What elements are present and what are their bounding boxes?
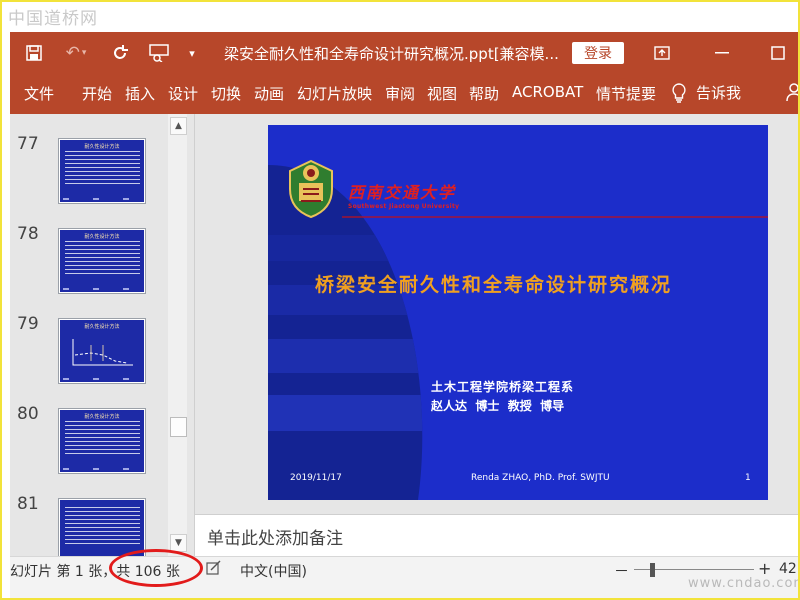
- thumbnail-diagram: [72, 339, 133, 366]
- tab-home[interactable]: 开始: [82, 83, 112, 104]
- thumbnail-text-lines: [65, 421, 140, 455]
- thumbnail-footer: [63, 288, 141, 290]
- minimize-icon[interactable]: [702, 32, 742, 74]
- title-bar: ↶ ▾ ▾ 梁安全耐久性和全寿命设计研究概况.ppt[兼容模... 登录: [10, 32, 798, 74]
- slide-background-arcs: [268, 165, 768, 500]
- thumbnail-title: 耐久性设计方法: [84, 414, 120, 420]
- slide-number: 79: [17, 314, 39, 334]
- zoom-out-button[interactable]: －: [614, 560, 629, 581]
- spell-check-icon[interactable]: [206, 560, 222, 580]
- thumbnail-footer: [63, 198, 141, 200]
- ribbon-tabs: 文件 开始 插入 设计 切换 动画 幻灯片放映 审阅 视图 帮助 ACROBAT…: [10, 74, 798, 114]
- tab-animations[interactable]: 动画: [254, 83, 284, 104]
- current-slide[interactable]: 西南交通大学 Southwest Jiaotong University 桥梁安…: [268, 125, 768, 500]
- customize-toolbar-icon[interactable]: ▾: [182, 32, 202, 74]
- notes-placeholder: 单击此处添加备注: [207, 529, 343, 549]
- zoom-slider-thumb[interactable]: [650, 563, 655, 577]
- thumbnail-title: 耐久性设计方法: [84, 324, 120, 330]
- thumbnail-title: 耐久性设计方法: [84, 234, 120, 240]
- slide-thumbnail[interactable]: 耐久性设计方法: [58, 408, 146, 474]
- slide-author: 赵人达 博士 教授 博导: [431, 399, 565, 413]
- tab-acrobat[interactable]: ACROBAT: [512, 83, 583, 101]
- tab-review[interactable]: 审阅: [385, 83, 415, 104]
- university-logo: [289, 159, 333, 219]
- tab-slideshow[interactable]: 幻灯片放映: [297, 83, 372, 104]
- thumbnail-text-lines: [65, 241, 140, 275]
- slide-thumbnail-panel[interactable]: 77 耐久性设计方法 78 耐久性设计方法 79 耐久性设计方法 80 耐久性设…: [10, 114, 195, 564]
- slide-number: 80: [17, 404, 39, 424]
- slide-footer-date: 2019/11/17: [290, 473, 342, 483]
- share-person-icon[interactable]: [786, 82, 798, 107]
- lightbulb-icon: [672, 82, 686, 103]
- site-watermark: 中国道桥网: [8, 9, 98, 29]
- slide-department: 土木工程学院桥梁工程系: [431, 380, 575, 394]
- slide-main-title: 桥梁安全耐久性和全寿命设计研究概况: [315, 274, 673, 296]
- thumbnail-title: 耐久性设计方法: [84, 144, 120, 150]
- notes-pane[interactable]: 单击此处添加备注: [195, 514, 798, 557]
- university-name-cn: 西南交通大学: [348, 183, 457, 202]
- screenshot-frame: 中国道桥网 ↶ ▾ ▾ 梁安全耐久性和全寿命设计研究概况.ppt[兼容模... 登…: [0, 0, 800, 600]
- tab-transitions[interactable]: 切换: [211, 83, 241, 104]
- tab-design[interactable]: 设计: [168, 83, 198, 104]
- slide-number: 78: [17, 224, 39, 244]
- thumbnail-text-lines: [65, 151, 140, 185]
- slide-thumbnail[interactable]: 耐久性设计方法: [58, 318, 146, 384]
- tab-view[interactable]: 视图: [427, 83, 457, 104]
- slide-number: 81: [17, 494, 39, 514]
- highlight-circle: [109, 549, 203, 587]
- tell-me-search[interactable]: 告诉我: [672, 82, 741, 103]
- document-title: 梁安全耐久性和全寿命设计研究概况.ppt[兼容模...: [224, 45, 559, 63]
- login-button[interactable]: 登录: [572, 42, 624, 64]
- zoom-level[interactable]: 42: [779, 561, 797, 577]
- ribbon-display-options-icon[interactable]: [642, 32, 682, 74]
- scrollbar-thumb[interactable]: [170, 417, 187, 437]
- university-name-en: Southwest Jiaotong University: [348, 203, 460, 210]
- slide-thumbnail[interactable]: 耐久性设计方法: [58, 228, 146, 294]
- language-status[interactable]: 中文(中国): [240, 561, 307, 581]
- slide-footer-page: 1: [745, 473, 751, 483]
- redo-icon[interactable]: [106, 32, 134, 74]
- tell-me-label: 告诉我: [696, 84, 742, 102]
- maximize-icon[interactable]: [758, 32, 798, 74]
- save-icon[interactable]: [20, 32, 48, 74]
- slide-number: 77: [17, 134, 39, 154]
- undo-icon[interactable]: ↶ ▾: [56, 32, 96, 74]
- thumbnail-footer: [63, 378, 141, 380]
- slide-footer-author: Renda ZHAO, PhD. Prof. SWJTU: [471, 473, 610, 483]
- tab-file[interactable]: 文件: [24, 83, 54, 104]
- slide-thumbnail[interactable]: 耐久性设计方法: [58, 138, 146, 204]
- tab-insert[interactable]: 插入: [125, 83, 155, 104]
- tab-storyboarding[interactable]: 情节提要: [596, 83, 656, 104]
- thumbnail-scrollbar[interactable]: ▲ ▼: [168, 114, 187, 556]
- site-watermark-url: www.cndao.com: [688, 576, 800, 591]
- presentation-icon[interactable]: [144, 32, 174, 74]
- tab-help[interactable]: 帮助: [469, 83, 499, 104]
- status-bar-lower: [10, 582, 798, 598]
- thumbnail-footer: [63, 468, 141, 470]
- scroll-up-arrow-icon[interactable]: ▲: [170, 117, 187, 135]
- work-area: 77 耐久性设计方法 78 耐久性设计方法 79 耐久性设计方法 80 耐久性设…: [10, 114, 798, 564]
- thumbnail-text-lines: [65, 507, 140, 547]
- slide-editor: 西南交通大学 Southwest Jiaotong University 桥梁安…: [195, 114, 798, 514]
